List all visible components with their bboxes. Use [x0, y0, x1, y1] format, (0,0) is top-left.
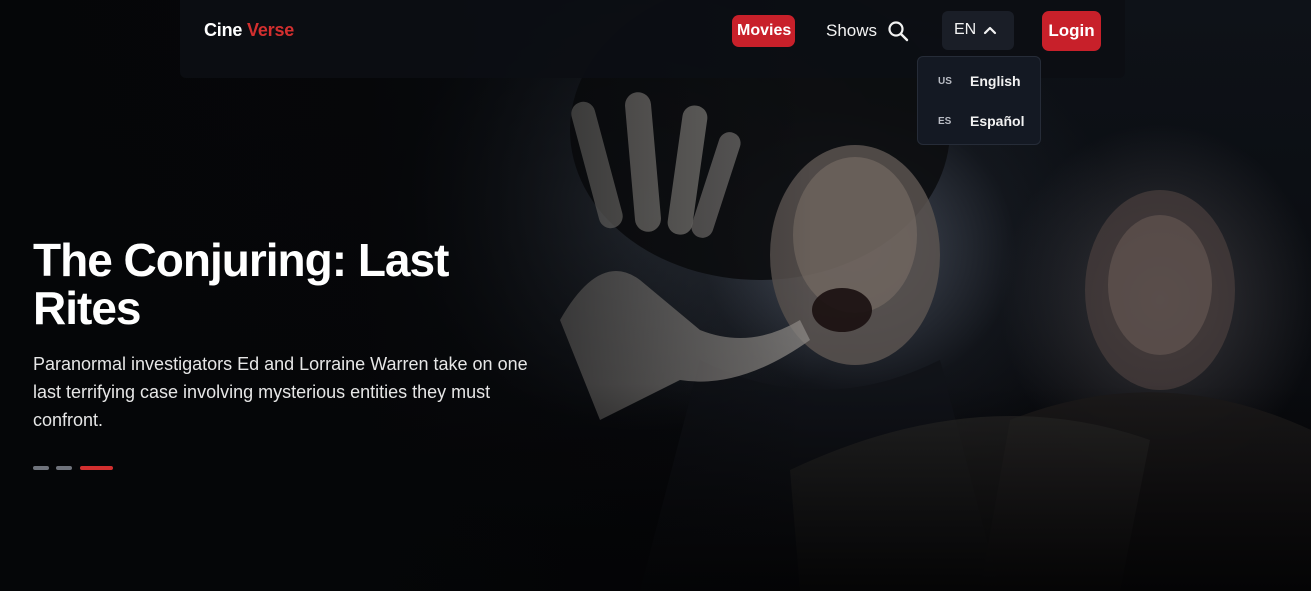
language-option-label: Español	[970, 113, 1025, 129]
brand-name-primary: Cine	[204, 20, 243, 40]
carousel-dot[interactable]	[33, 466, 49, 470]
language-option-label: English	[970, 73, 1021, 89]
brand-name-accent: Verse	[247, 20, 295, 40]
search-icon[interactable]	[887, 20, 909, 42]
hero-description: Paranormal investigators Ed and Lorraine…	[33, 354, 528, 430]
carousel-dot-active[interactable]	[80, 466, 113, 470]
flag-es-icon: ES	[938, 116, 952, 127]
hero-title: The Conjuring: Last Rites	[33, 234, 449, 334]
language-dropdown-menu: US English ES Español	[917, 56, 1041, 145]
language-option-english[interactable]: US English	[918, 64, 1040, 98]
language-current-code: EN	[954, 21, 977, 38]
nav-shows-link[interactable]: Shows	[826, 20, 877, 42]
flag-us-icon: US	[938, 76, 952, 87]
language-option-espanol[interactable]: ES Español	[918, 104, 1040, 138]
chevron-up-icon	[983, 26, 997, 35]
brand-logo[interactable]: Cine Verse	[204, 20, 294, 41]
carousel-dot[interactable]	[56, 466, 72, 470]
language-selector-button[interactable]: EN	[942, 11, 1014, 50]
login-button[interactable]: Login	[1042, 11, 1101, 51]
nav-movies-link[interactable]: Movies	[732, 15, 795, 47]
